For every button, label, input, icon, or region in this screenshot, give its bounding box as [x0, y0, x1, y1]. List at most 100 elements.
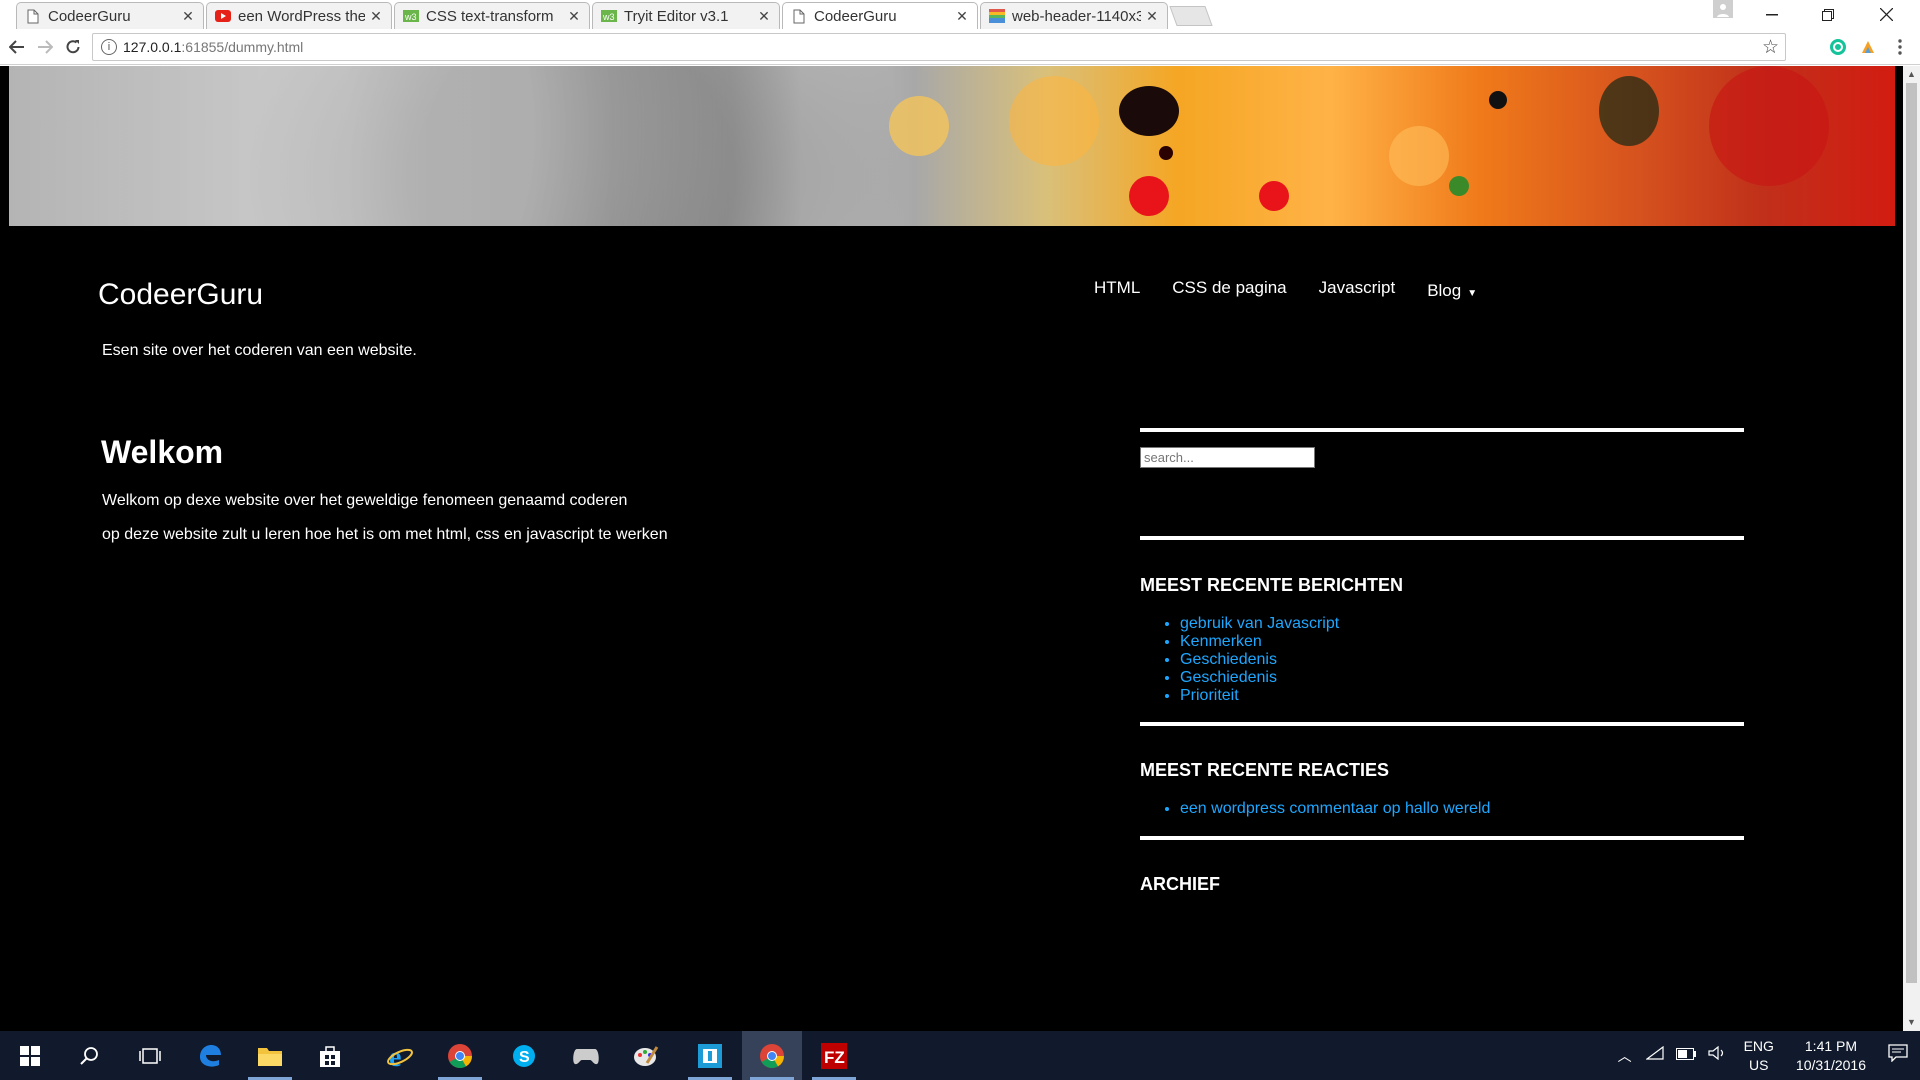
recent-post-link[interactable]: Geschiedenis — [1180, 669, 1339, 687]
paint-icon[interactable] — [616, 1031, 676, 1080]
filezilla-icon[interactable]: FZ — [804, 1031, 864, 1080]
chevron-up-icon[interactable]: ︿ — [1618, 1046, 1632, 1066]
app-icon[interactable] — [680, 1031, 740, 1080]
scroll-up-arrow-icon[interactable]: ▲ — [1903, 66, 1920, 83]
bookmark-star-icon[interactable]: ☆ — [1762, 36, 1779, 59]
recent-comments-list: een wordpress commentaar op hallo wereld — [1160, 800, 1490, 818]
recent-post-link[interactable]: Prioriteit — [1180, 687, 1339, 705]
svg-text:FZ: FZ — [824, 1048, 845, 1067]
clock-date: 10/31/2016 — [1795, 1056, 1866, 1073]
tab-codeerguru-active[interactable]: CodeerGuru ✕ — [782, 2, 978, 29]
tab-strip: CodeerGuru ✕ een WordPress ther ✕ w3 CSS… — [0, 0, 1920, 29]
page-scrollbar[interactable]: ▲ ▼ — [1903, 66, 1920, 1031]
search-input[interactable] — [1140, 447, 1315, 468]
main-navigation: HTML CSS de pagina Javascript Blog ▼ — [1094, 278, 1509, 301]
content-paragraph: Welkom op dexe website over het geweldig… — [102, 492, 628, 509]
svg-text:w3: w3 — [404, 12, 417, 22]
recent-posts-list: gebruik van Javascript Kenmerken Geschie… — [1160, 615, 1339, 705]
grammarly-icon[interactable] — [1828, 37, 1848, 57]
svg-text:S: S — [519, 1049, 530, 1066]
nav-item-blog[interactable]: Blog ▼ — [1427, 281, 1477, 301]
content-paragraph: op deze website zult u leren hoe het is … — [102, 526, 668, 543]
address-bar[interactable]: i 127.0.0.1:61855/dummy.html ☆ — [92, 33, 1786, 61]
notification-icon[interactable] — [1888, 1044, 1908, 1067]
tab-tryit-editor[interactable]: w3 Tryit Editor v3.1 ✕ — [592, 2, 780, 29]
recent-comment-link[interactable]: een wordpress commentaar op hallo wereld — [1180, 800, 1490, 818]
nav-item-javascript[interactable]: Javascript — [1319, 278, 1396, 301]
svg-text:w3: w3 — [602, 12, 615, 22]
nav-item-blog-label: Blog — [1427, 281, 1462, 300]
archive-title: ARCHIEF — [1140, 874, 1220, 894]
new-tab-button[interactable] — [1169, 6, 1213, 26]
tab-web-header[interactable]: web-header-1140x3 ✕ — [980, 2, 1168, 29]
language-code: ENG — [1743, 1037, 1774, 1054]
chrome-icon[interactable] — [430, 1031, 490, 1080]
screen: CodeerGuru ✕ een WordPress ther ✕ w3 CSS… — [0, 0, 1920, 1080]
scroll-down-arrow-icon[interactable]: ▼ — [1903, 1014, 1920, 1031]
skype-icon[interactable]: S — [494, 1031, 554, 1080]
nav-item-css[interactable]: CSS de pagina — [1172, 278, 1286, 301]
close-window-button[interactable] — [1858, 0, 1914, 29]
youtube-icon — [215, 8, 231, 24]
widget-divider — [1140, 722, 1744, 726]
edge-icon[interactable] — [180, 1031, 240, 1080]
windows-taskbar: e S FZ ︿ ENG US 1:41 PM 10/31/2016 — [0, 1031, 1920, 1080]
file-explorer-icon[interactable] — [240, 1031, 300, 1080]
tab-css-text-transform[interactable]: w3 CSS text-transform ✕ — [394, 2, 590, 29]
browser-toolbar: i 127.0.0.1:61855/dummy.html ☆ — [0, 29, 1920, 65]
recent-post-link[interactable]: Kenmerken — [1180, 633, 1339, 651]
page-viewport: CodeerGuru Esen site over het coderen va… — [0, 66, 1920, 1031]
close-icon[interactable]: ✕ — [955, 8, 969, 25]
task-view-icon[interactable] — [120, 1031, 180, 1080]
tab-title: CodeerGuru — [814, 7, 897, 25]
w3schools-icon: w3 — [403, 8, 419, 24]
language-indicator[interactable]: ENG US — [1744, 1037, 1774, 1075]
store-icon[interactable] — [300, 1031, 360, 1080]
close-icon[interactable]: ✕ — [567, 8, 581, 25]
extension-icon[interactable] — [1858, 37, 1878, 57]
info-icon[interactable]: i — [101, 39, 117, 55]
tab-title: Tryit Editor v3.1 — [624, 7, 729, 25]
reload-button[interactable] — [62, 36, 84, 58]
search-icon[interactable] — [60, 1031, 120, 1080]
w3schools-icon: w3 — [601, 8, 617, 24]
page-icon — [25, 8, 41, 24]
chrome-active-icon[interactable] — [742, 1031, 802, 1080]
recent-post-link[interactable]: gebruik van Javascript — [1180, 615, 1339, 633]
tab-codeerguru-1[interactable]: CodeerGuru ✕ — [16, 2, 204, 29]
recent-comments-title: MEEST RECENTE REACTIES — [1140, 760, 1390, 780]
close-icon[interactable]: ✕ — [757, 8, 771, 25]
keyboard-region: US — [1749, 1056, 1769, 1073]
tab-wordpress[interactable]: een WordPress ther ✕ — [206, 2, 392, 29]
url-path: :61855/dummy.html — [181, 39, 304, 55]
image-icon — [989, 8, 1005, 24]
windows-start-icon[interactable] — [0, 1031, 60, 1080]
scrollbar-thumb[interactable] — [1906, 83, 1917, 983]
tab-title: een WordPress ther — [238, 7, 365, 25]
recent-posts-title: MEEST RECENTE BERICHTEN — [1140, 575, 1404, 595]
tab-title: web-header-1140x3 — [1012, 7, 1141, 25]
system-tray: ︿ ENG US 1:41 PM 10/31/2016 — [1618, 1031, 1920, 1080]
clock[interactable]: 1:41 PM 10/31/2016 — [1796, 1037, 1866, 1075]
caret-down-icon: ▼ — [1467, 288, 1478, 299]
url-host: 127.0.0.1 — [123, 39, 182, 55]
menu-kebab-icon[interactable] — [1890, 37, 1910, 57]
widget-divider — [1140, 836, 1744, 840]
volume-icon[interactable] — [1707, 1045, 1726, 1065]
back-button[interactable] — [6, 36, 28, 58]
close-icon[interactable]: ✕ — [369, 8, 383, 25]
close-icon[interactable]: ✕ — [181, 8, 195, 25]
nav-item-html[interactable]: HTML — [1094, 278, 1140, 301]
site-title[interactable]: CodeerGuru — [98, 278, 263, 312]
page-heading: Welkom — [101, 434, 224, 470]
forward-button[interactable] — [34, 36, 56, 58]
game-controller-icon[interactable] — [556, 1031, 616, 1080]
close-icon[interactable]: ✕ — [1145, 8, 1159, 25]
internet-explorer-icon[interactable]: e — [370, 1031, 430, 1080]
network-icon[interactable] — [1644, 1045, 1664, 1065]
battery-icon[interactable] — [1675, 1047, 1696, 1065]
restore-button[interactable] — [1800, 0, 1856, 29]
minimize-button[interactable] — [1744, 0, 1800, 29]
profile-icon[interactable] — [1713, 0, 1733, 18]
recent-post-link[interactable]: Geschiedenis — [1180, 651, 1339, 669]
